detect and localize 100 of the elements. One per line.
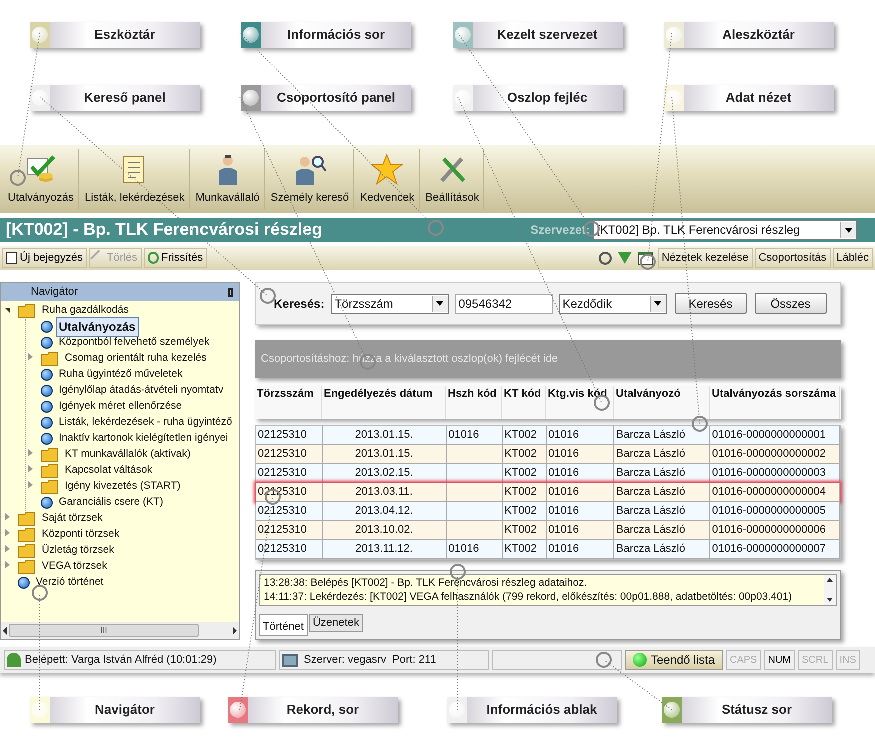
tab[interactable]: Üzenetek [308, 614, 364, 632]
toolbar-button[interactable]: Személy kereső [266, 149, 354, 209]
todo-button[interactable]: Teendő lista [625, 650, 723, 670]
tree-item[interactable]: Listák, lekérdezések - ruha ügyintéző [56, 414, 236, 432]
globe-icon [41, 401, 53, 413]
table-cell: KT002 [502, 540, 546, 558]
folder-icon [41, 352, 59, 366]
status-light-icon [632, 653, 647, 667]
folder-icon [41, 464, 59, 478]
tab[interactable]: Történet [259, 614, 308, 636]
scroll-thumb[interactable]: III [9, 624, 199, 637]
expand-arrow-icon[interactable] [28, 481, 33, 489]
tree-item[interactable]: Inaktív kartonok kielégítetlen igényei [56, 430, 232, 448]
panel-title: Navigátor [31, 284, 78, 300]
column-heading[interactable]: Utalványozó [614, 386, 710, 419]
column-heading[interactable]: Engedélyezés dátum [322, 386, 446, 419]
globe-icon [41, 385, 53, 397]
table-cell: KT002 [502, 445, 546, 463]
table-cell: 2013.01.15. [322, 445, 447, 463]
tree-item[interactable]: Saját törzsek [39, 510, 106, 528]
column-heading[interactable]: Hszh kód [446, 386, 502, 419]
tree-item[interactable]: Kapcsolat váltások [62, 462, 156, 480]
subtoolbar-button[interactable]: Nézetek kezelése [658, 248, 753, 268]
subtoolbar-button[interactable]: Csoportosítás [754, 248, 831, 268]
globe-icon [41, 417, 53, 429]
table-row[interactable]: 02125310 2013.02.15. KT002 01016 Barcza László 01016-0000000000003 [256, 464, 840, 483]
table-cell: 01016-0000000000003 [710, 464, 840, 482]
table-cell: 01016 [446, 426, 503, 444]
search-button[interactable]: Keresés [674, 293, 747, 314]
table-cell: 02125310 [256, 521, 323, 539]
table-row[interactable]: 02125310 2013.04.12. KT002 01016 Barcza László 01016-0000000000005 [256, 502, 840, 521]
tree-item[interactable]: Központi törzsek [39, 526, 123, 544]
table-cell: Barcza László [614, 445, 710, 463]
key-indicator: CAPS [726, 650, 762, 670]
search-field[interactable]: 09546342 [454, 294, 553, 314]
table-row[interactable]: 02125310 2013.10.02. KT002 01016 Barcza László 01016-0000000000006 [256, 521, 840, 540]
globe-icon [41, 321, 53, 333]
globe-icon [41, 337, 53, 349]
tree-item[interactable]: VEGA törzsek [39, 558, 110, 576]
tree-item[interactable]: Garanciális csere (KT) [56, 494, 166, 512]
toolbar-button[interactable]: Beállítások [422, 149, 484, 209]
table-cell: Barcza László [614, 426, 710, 444]
table-cell: 02125310 [256, 502, 323, 520]
expand-arrow-icon[interactable] [5, 561, 10, 569]
table-cell: 01016-0000000000001 [710, 426, 840, 444]
table-cell: 01016 [546, 540, 614, 558]
table-row[interactable]: 02125310 2013.01.15. 01016 KT002 01016 Barcza László 01016-0000000000001 [256, 426, 840, 445]
tree-item[interactable]: Ruha ügyintéző műveletek [56, 366, 186, 384]
table-cell: 01016-0000000000004 [710, 483, 840, 501]
search-label: Keresés: [274, 296, 325, 313]
table-cell: 01016-0000000000006 [710, 521, 840, 539]
subtoolbar-button[interactable]: Lábléc [832, 248, 873, 268]
table-row[interactable]: 02125310 2013.01.15. KT002 01016 Barcza László 01016-0000000000002 [256, 445, 840, 464]
expand-arrow-icon[interactable] [5, 545, 10, 553]
tree-item[interactable]: Utalványozás [56, 317, 139, 337]
toolbar-button[interactable]: Munkavállaló [192, 149, 265, 209]
dropdown-arrow-icon [436, 301, 444, 306]
toolbar-button[interactable]: Kedvencek [356, 149, 420, 209]
toolbar-button[interactable]: Utalványozás [4, 149, 80, 209]
toolbar-button[interactable]: Listák, lekérdezések [81, 149, 190, 209]
column-heading[interactable]: Törzsszám [255, 386, 322, 419]
table-row[interactable]: 02125310 2013.11.12. 01016 KT002 01016 Barcza László 01016-0000000000007 [256, 540, 840, 559]
key-indicator: INS [836, 650, 860, 670]
status-server: Szerver: vegasrv Port: 211 [279, 650, 489, 670]
collapse-arrow-icon[interactable] [5, 308, 10, 313]
tree-item[interactable]: Igénylőlap átadás-átvételi nyomtatv [56, 382, 227, 400]
expand-arrow-icon[interactable] [5, 529, 10, 537]
dropdown-field[interactable]: Kezdődik [558, 294, 667, 314]
expand-arrow-icon[interactable] [28, 449, 33, 457]
tree-item[interactable]: Igények méret ellenőrzése [56, 398, 186, 416]
search-button[interactable]: Összes [754, 293, 827, 314]
pin-icon[interactable] [228, 288, 233, 296]
column-heading[interactable]: KT kód [502, 386, 546, 419]
table-cell: Barcza László [614, 502, 710, 520]
expand-arrow-icon[interactable] [28, 353, 33, 361]
expand-arrow-icon[interactable] [5, 513, 10, 521]
globe-icon [18, 577, 30, 589]
callout-label: Információs ablak [447, 697, 617, 723]
tree-item[interactable]: Verzió történet [33, 574, 107, 592]
tree-item[interactable]: Igény kivezetés (START) [62, 478, 184, 496]
tree-item[interactable]: Csomag orientált ruha kezelés [62, 350, 210, 368]
column-heading[interactable]: Utalványozás sorszáma [710, 386, 840, 419]
subtoolbar-button[interactable]: Frissítés [144, 248, 208, 268]
star-icon [370, 153, 404, 187]
subtoolbar-button[interactable]: Új bejegyzés [2, 248, 87, 268]
computer-icon [282, 654, 298, 666]
tree-item[interactable]: Központból felvehető személyek [56, 334, 213, 352]
tree-item[interactable]: Ruha gazdálkodás [39, 302, 132, 320]
horizontal-scrollbar[interactable]: III [1, 622, 239, 639]
table-cell: Barcza László [614, 521, 710, 539]
table-cell: 2013.04.12. [322, 502, 447, 520]
table-cell: KT002 [502, 483, 546, 501]
scroll-right-icon[interactable] [233, 626, 237, 634]
vertical-scrollbar[interactable] [824, 575, 836, 605]
status-user: Belépett: Varga István Alfréd (10:01:29) [4, 650, 276, 670]
tree-item[interactable]: KT munkavállalók (aktívak) [62, 446, 194, 464]
document-icon [6, 252, 17, 264]
tree-item[interactable]: Üzletág törzsek [39, 542, 118, 560]
dropdown-field[interactable]: Törzsszám [330, 294, 449, 314]
expand-arrow-icon[interactable] [28, 465, 33, 473]
